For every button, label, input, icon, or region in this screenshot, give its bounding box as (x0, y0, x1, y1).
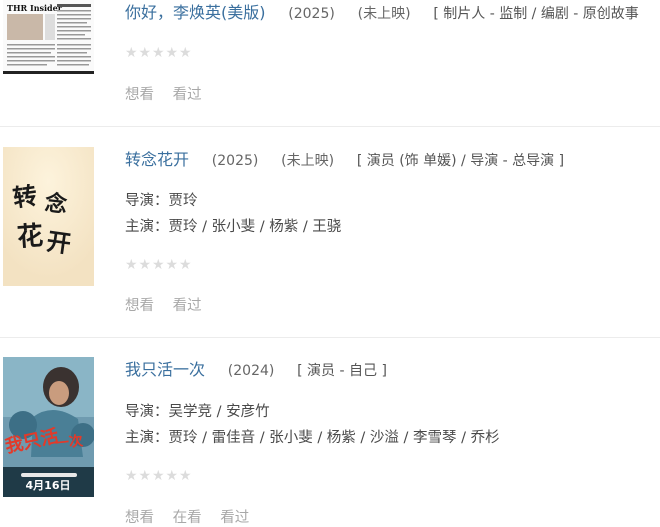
svg-text:开: 开 (45, 226, 73, 258)
mark-actions: 想看 看过 (125, 83, 216, 104)
cast-line: 主演：贾玲 / 雷佳音 / 张小斐 / 杨紫 / 沙溢 / 李雪琴 / 乔杉 (125, 430, 500, 446)
release-year: (2024) (227, 363, 275, 379)
release-status: (未上映) (357, 6, 411, 22)
poster-image[interactable]: 转 念 花 开 (3, 147, 94, 286)
watched-link[interactable]: 看过 (173, 298, 202, 314)
svg-text:一次: 一次 (54, 432, 84, 452)
rating-stars[interactable]: ★ ★ ★ ★ ★ (125, 258, 193, 272)
star-icon[interactable]: ★ (179, 258, 193, 272)
release-year: (2025) (211, 153, 259, 169)
svg-text:花: 花 (16, 221, 44, 253)
calligraphy-poster-graphic: 转 念 花 开 (3, 147, 94, 286)
title-row: 我只活一次 (2024) [ 演员 - 自己 ] (125, 360, 387, 381)
rating-stars[interactable]: ★ ★ ★ ★ ★ (125, 469, 193, 483)
star-icon[interactable]: ★ (125, 46, 139, 60)
release-year: (2025) (288, 6, 335, 22)
star-icon[interactable]: ★ (152, 258, 166, 272)
entry-3: 我只活 一次 4月16日 我只活一次 (2024) [ 演员 - 自己 ] 导演… (0, 338, 660, 526)
cast-line: 主演：贾玲 / 张小斐 / 杨紫 / 王骁 (125, 219, 342, 235)
star-icon[interactable]: ★ (152, 46, 166, 60)
entry-1: THR Insider 你好，李焕英(美版) (2025) (未上映) [ 制片… (0, 0, 660, 126)
movie-title-link[interactable]: 转念花开 (125, 150, 189, 169)
magazine-poster-graphic: THR Insider (3, 0, 94, 74)
star-icon[interactable]: ★ (139, 46, 153, 60)
star-icon[interactable]: ★ (125, 258, 139, 272)
want-to-watch-link[interactable]: 想看 (125, 87, 154, 103)
title-row: 你好，李焕英(美版) (2025) (未上映) [ 制片人 - 监制 / 编剧 … (125, 3, 639, 24)
poster-date: 4月16日 (26, 479, 71, 492)
poster-image[interactable]: 我只活 一次 4月16日 (3, 357, 94, 497)
director-line: 导演：贾玲 (125, 193, 198, 209)
svg-text:念: 念 (44, 190, 69, 218)
watched-link[interactable]: 看过 (173, 87, 202, 103)
star-icon[interactable]: ★ (139, 469, 153, 483)
role-info: [ 制片人 - 监制 / 编剧 - 原创故事 (433, 6, 639, 22)
rating-stars[interactable]: ★ ★ ★ ★ ★ (125, 46, 193, 60)
director-line: 导演：吴学竞 / 安彦竹 (125, 404, 270, 420)
boxing-poster-graphic: 我只活 一次 4月16日 (3, 357, 94, 497)
star-icon[interactable]: ★ (152, 469, 166, 483)
star-icon[interactable]: ★ (179, 469, 193, 483)
role-info: [ 演员 - 自己 ] (297, 363, 387, 379)
star-icon[interactable]: ★ (166, 258, 180, 272)
star-icon[interactable]: ★ (125, 469, 139, 483)
star-icon[interactable]: ★ (166, 46, 180, 60)
mark-actions: 想看 看过 (125, 294, 216, 315)
poster-image[interactable]: THR Insider (3, 0, 94, 74)
star-icon[interactable]: ★ (179, 46, 193, 60)
svg-text:转: 转 (11, 180, 39, 212)
title-row: 转念花开 (2025) (未上映) [ 演员 (饰 单媛) / 导演 - 总导演… (125, 150, 564, 171)
movie-title-link[interactable]: 我只活一次 (125, 360, 205, 379)
poster-masthead: THR Insider (7, 3, 63, 13)
release-status: (未上映) (281, 153, 335, 169)
role-info: [ 演员 (饰 单媛) / 导演 - 总导演 ] (356, 153, 565, 169)
entry-2: 转 念 花 开 转念花开 (2025) (未上映) [ 演员 (饰 单媛) / … (0, 127, 660, 337)
movie-title-link[interactable]: 你好，李焕英(美版) (125, 3, 266, 22)
want-to-watch-link[interactable]: 想看 (125, 298, 154, 314)
star-icon[interactable]: ★ (139, 258, 153, 272)
star-icon[interactable]: ★ (166, 469, 180, 483)
